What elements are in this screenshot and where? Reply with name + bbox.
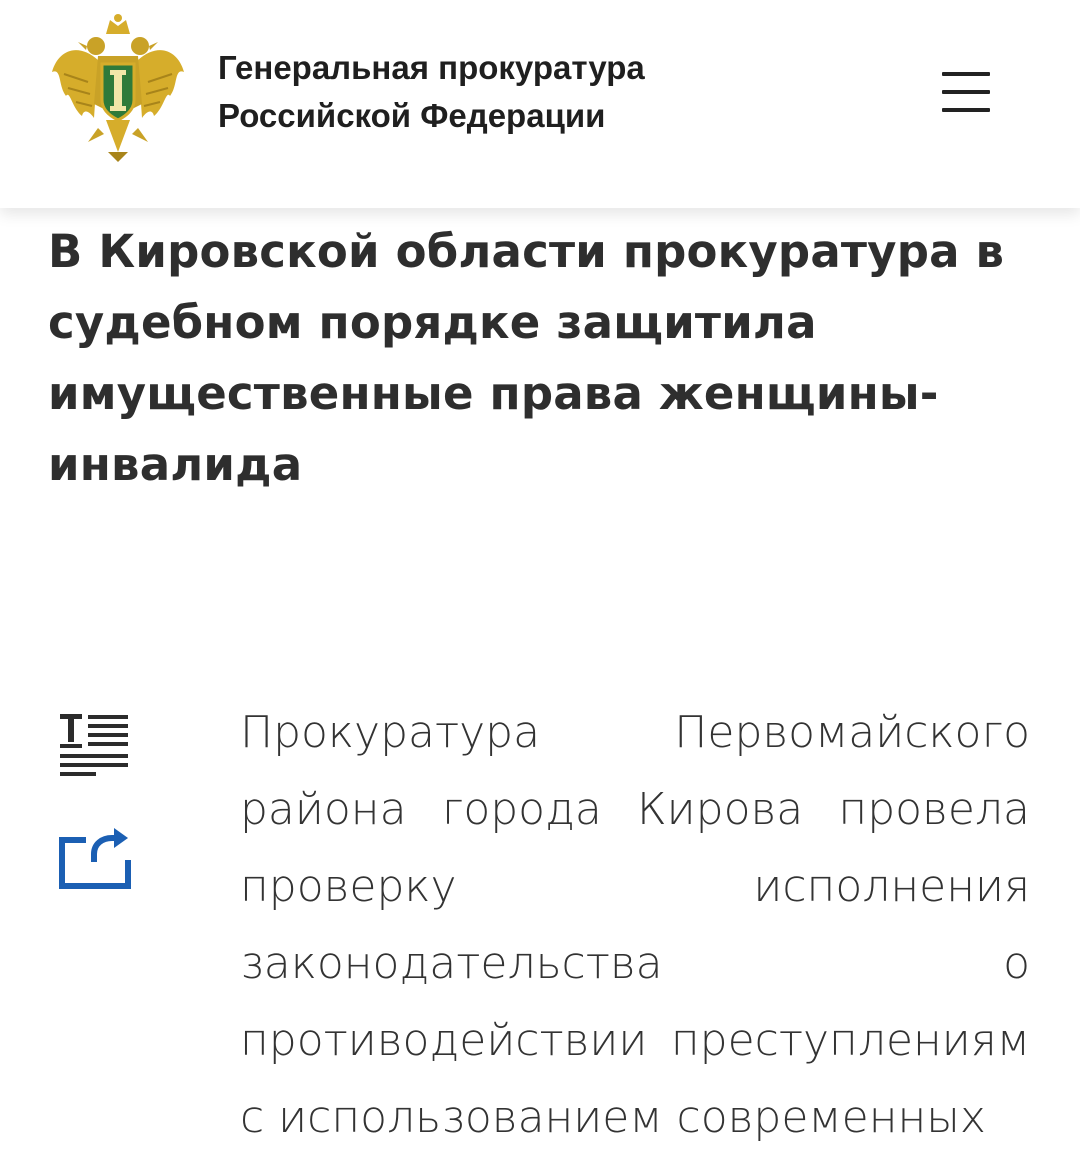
organization-name-line2: Российской Федерации [218, 97, 606, 134]
menu-bar-top [942, 72, 990, 76]
menu-bar-middle [942, 90, 990, 94]
article-body: Прокуратура Первомайского района города … [240, 707, 1030, 1143]
share-icon[interactable] [56, 826, 136, 892]
menu-bar-bottom [942, 108, 990, 112]
prosecutor-emblem-icon[interactable] [48, 12, 188, 166]
article-title: В Кировской области прокуратура в судебн… [48, 225, 1005, 491]
organization-name-line1: Генеральная прокуратура [218, 49, 645, 86]
hamburger-menu-icon[interactable] [938, 66, 994, 116]
site-header: Генеральная прокуратура Российской Федер… [0, 0, 1080, 208]
organization-name[interactable]: Генеральная прокуратура Российской Федер… [218, 44, 645, 140]
text-size-icon[interactable] [56, 710, 134, 780]
